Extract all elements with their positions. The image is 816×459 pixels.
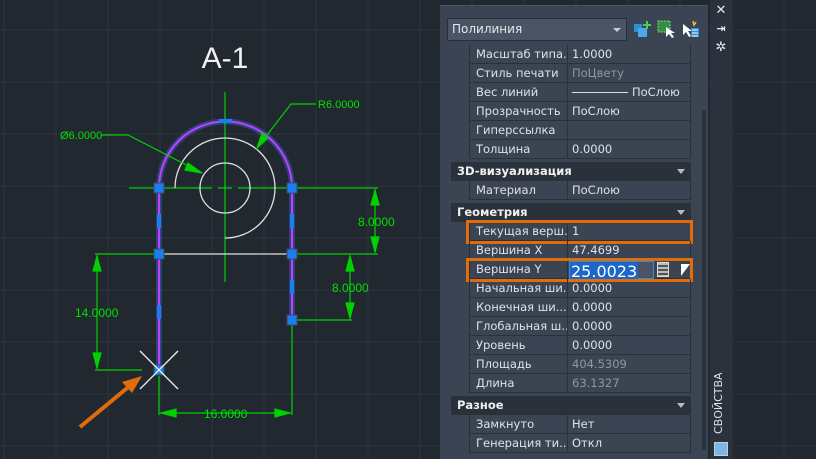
property-label: Гиперссылка <box>469 121 568 140</box>
property-value[interactable]: 404.5309 <box>569 355 691 374</box>
property-value[interactable]: 0.0000 <box>569 336 691 355</box>
upper-right-dim: 8.0000 <box>358 215 395 229</box>
object-type-label: Полилиния <box>452 22 523 36</box>
properties-side-tab[interactable]: СВОЙСТВА <box>712 372 730 434</box>
section-title: Геометрия <box>457 205 528 219</box>
property-value[interactable]: 0.0000 <box>569 140 691 159</box>
properties-tab-icon[interactable] <box>714 442 728 456</box>
property-label: Толщина <box>469 140 568 159</box>
property-label: Масштаб типа... <box>469 45 568 64</box>
property-value[interactable]: 63.1327 <box>569 374 691 393</box>
property-row[interactable]: Площадь 404.5309 <box>469 355 691 374</box>
property-row[interactable]: Начальная ши... 0.0000 <box>469 279 691 298</box>
property-label: Замкнуто <box>469 415 568 434</box>
scrollbar[interactable] <box>702 110 706 450</box>
property-row[interactable]: Длина 63.1327 <box>469 374 691 393</box>
property-label: Длина <box>469 374 568 393</box>
toggle-pickadd-icon[interactable] <box>682 20 700 38</box>
property-value[interactable]: 1.0000 <box>569 45 691 64</box>
property-value[interactable]: ПоСлою <box>569 83 691 102</box>
property-label: Прозрачность <box>469 102 568 121</box>
property-value[interactable]: ПоСлою <box>569 181 691 200</box>
property-value[interactable]: ПоЦвету <box>569 64 691 83</box>
chevron-down-icon <box>613 28 621 32</box>
property-label: Генерация ти... <box>469 434 568 453</box>
property-row[interactable]: Толщина 0.0000 <box>469 140 691 159</box>
dimensions <box>92 103 380 418</box>
property-row[interactable]: Глобальная ш... 0.0000 <box>469 317 691 336</box>
quick-select-icon[interactable] <box>657 20 675 38</box>
property-label: Вес линий <box>469 83 568 102</box>
gear-icon[interactable]: ✲ <box>713 40 729 55</box>
lower-right-dim: 8.0000 <box>332 281 369 295</box>
property-value[interactable]: 0.0000 <box>569 279 691 298</box>
property-value[interactable]: Откл <box>569 434 691 453</box>
collapse-icon[interactable] <box>677 169 685 174</box>
property-row[interactable]: Стиль печати ПоЦвету <box>469 64 691 83</box>
property-row[interactable]: Конечная ши... 0.0000 <box>469 298 691 317</box>
collapse-icon[interactable] <box>677 210 685 215</box>
collapse-icon[interactable] <box>677 403 685 408</box>
drawing-title: A-1 <box>202 42 249 75</box>
property-label: Стиль печати <box>469 64 568 83</box>
add-to-selection-icon[interactable] <box>633 20 651 38</box>
diameter-dim: Ø6.0000 <box>60 130 102 142</box>
property-value-text: ПоСлою <box>632 85 680 99</box>
section-title: 3D-визуализация <box>457 164 572 178</box>
property-label: Площадь <box>469 355 568 374</box>
radius-dim: R6.0000 <box>318 99 360 111</box>
property-row[interactable]: Гиперссылка <box>469 121 691 140</box>
object-type-dropdown[interactable]: Полилиния <box>447 18 627 41</box>
close-icon[interactable]: ✕ <box>713 3 729 18</box>
property-value[interactable]: ПоСлою <box>569 102 691 121</box>
property-row[interactable]: Замкнуто Нет <box>469 415 691 434</box>
property-row[interactable]: Масштаб типа... 1.0000 <box>469 45 691 64</box>
callout-arrow <box>78 376 142 429</box>
property-label: Конечная ши... <box>469 298 568 317</box>
property-row[interactable]: Вес линий ПоСлою <box>469 83 691 102</box>
property-row[interactable]: Уровень 0.0000 <box>469 336 691 355</box>
section-header[interactable]: 3D-визуализация <box>451 162 691 181</box>
property-label: Глобальная ш... <box>469 317 568 336</box>
bottom-dim: 16.0000 <box>204 407 248 421</box>
section-header[interactable]: Разное <box>451 396 691 415</box>
property-value[interactable] <box>569 121 691 140</box>
property-value[interactable]: 0.0000 <box>569 298 691 317</box>
property-label: Уровень <box>469 336 568 355</box>
auto-hide-icon[interactable]: ⇥ <box>713 22 729 35</box>
property-value[interactable]: 0.0000 <box>569 317 691 336</box>
property-row[interactable]: Прозрачность ПоСлою <box>469 102 691 121</box>
property-value[interactable]: Нет <box>569 415 691 434</box>
section-title: Разное <box>457 398 504 412</box>
left-dim: 14.0000 <box>75 306 119 320</box>
lineweight-swatch <box>572 92 628 93</box>
property-row[interactable]: Материал ПоСлою <box>469 181 691 200</box>
property-label: Материал <box>469 181 568 200</box>
property-row[interactable]: Генерация ти... Откл <box>469 434 691 453</box>
property-label: Начальная ши... <box>469 279 568 298</box>
